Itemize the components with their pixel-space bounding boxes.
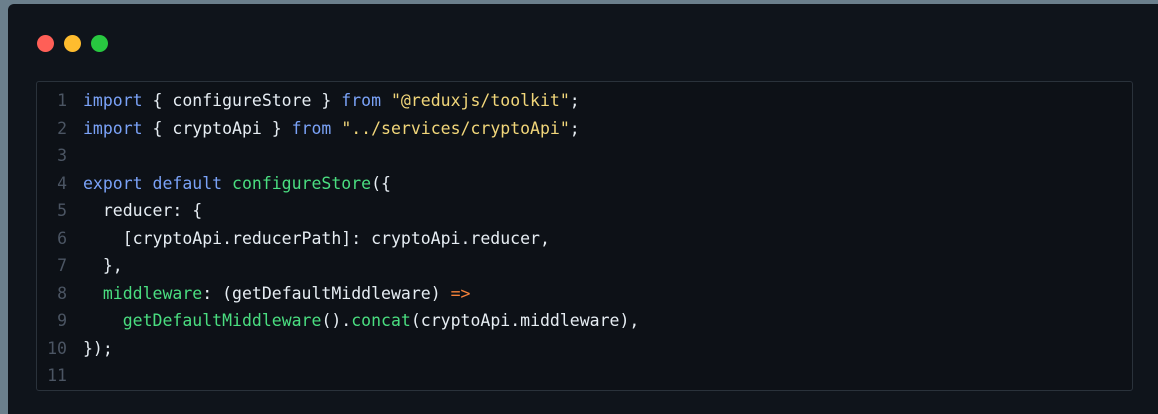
line-number: 9 bbox=[57, 311, 67, 330]
code-token: getDefaultMiddleware bbox=[122, 311, 322, 330]
code-line: 9 getDefaultMiddleware().concat(cryptoAp… bbox=[37, 307, 639, 335]
code-token: => bbox=[450, 283, 471, 303]
code-token: middleware bbox=[102, 283, 203, 303]
line-content: }, bbox=[67, 252, 123, 280]
code-token: }, bbox=[83, 256, 123, 275]
code-line: 10}); bbox=[37, 335, 639, 363]
code-token: : (getDefaultMiddleware) bbox=[202, 283, 451, 303]
code-lines: 1 import { configureStore } from "@reduxj… bbox=[37, 87, 639, 390]
line-content: reducer: { bbox=[67, 197, 202, 225]
code-token: ; bbox=[569, 91, 580, 110]
code-line: 2 import { cryptoApi } from "../services/… bbox=[37, 115, 639, 143]
code-editor[interactable]: 1 import { configureStore } from "@reduxj… bbox=[36, 81, 1133, 391]
line-number: 2 bbox=[57, 118, 67, 138]
line-number: 5 bbox=[57, 201, 67, 220]
line-content bbox=[67, 142, 83, 170]
code-line: 8 middleware: (getDefaultMiddleware) => bbox=[37, 280, 639, 308]
line-number: 7 bbox=[57, 256, 67, 275]
line-content: export default configureStore({ bbox=[67, 170, 391, 198]
code-line: 3 bbox=[37, 142, 639, 170]
code-token: (). bbox=[321, 311, 352, 330]
code-token: import bbox=[83, 91, 143, 110]
code-token: (cryptoApi.middleware), bbox=[410, 311, 640, 330]
code-token: ; bbox=[569, 118, 580, 138]
code-line: 5 reducer: { bbox=[37, 197, 639, 225]
code-token: { cryptoApi } bbox=[142, 118, 292, 138]
code-line: 7 }, bbox=[37, 252, 639, 280]
line-content: import { configureStore } from "@reduxjs… bbox=[67, 87, 580, 115]
code-token: reducer: { bbox=[83, 201, 203, 220]
line-content: middleware: (getDefaultMiddleware) => bbox=[67, 280, 471, 308]
line-content: import { cryptoApi } from "../services/c… bbox=[67, 115, 580, 143]
code-token: export default bbox=[83, 173, 233, 193]
code-line: 6 [cryptoApi.reducerPath]: cryptoApi.red… bbox=[37, 225, 639, 253]
line-number: 8 bbox=[57, 283, 67, 303]
code-line: 1 import { configureStore } from "@reduxj… bbox=[37, 87, 639, 115]
line-content: [cryptoApi.reducerPath]: cryptoApi.reduc… bbox=[67, 225, 550, 253]
window-controls bbox=[37, 35, 108, 52]
line-content bbox=[67, 362, 83, 390]
line-number: 6 bbox=[57, 228, 67, 248]
code-token: }); bbox=[83, 338, 113, 358]
line-number: 3 bbox=[57, 146, 67, 165]
code-token: concat bbox=[351, 311, 411, 330]
line-number: 4 bbox=[57, 173, 67, 193]
line-number: 10 bbox=[47, 338, 67, 358]
code-line: 4 export default configureStore({ bbox=[37, 170, 639, 198]
maximize-button[interactable] bbox=[91, 35, 108, 52]
code-token: ({ bbox=[371, 173, 391, 193]
code-token: from bbox=[291, 118, 332, 138]
code-line: 11 bbox=[37, 362, 639, 390]
line-content: }); bbox=[67, 335, 113, 363]
line-number: 11 bbox=[47, 366, 67, 385]
code-token: "../services/cryptoApi" bbox=[341, 118, 570, 138]
line-number: 1 bbox=[57, 91, 67, 110]
code-token: configureStore bbox=[232, 173, 372, 193]
line-content: getDefaultMiddleware().concat(cryptoApi.… bbox=[67, 307, 640, 335]
code-window: 1 import { configureStore } from "@reduxj… bbox=[8, 4, 1158, 414]
code-token: [cryptoApi.reducerPath]: cryptoApi.reduc… bbox=[83, 228, 550, 248]
code-token: "@reduxjs/toolkit" bbox=[390, 91, 570, 110]
code-token: import bbox=[83, 118, 143, 138]
minimize-button[interactable] bbox=[64, 35, 81, 52]
code-token: { configureStore } bbox=[142, 91, 342, 110]
close-button[interactable] bbox=[37, 35, 54, 52]
code-token: from bbox=[341, 91, 382, 110]
